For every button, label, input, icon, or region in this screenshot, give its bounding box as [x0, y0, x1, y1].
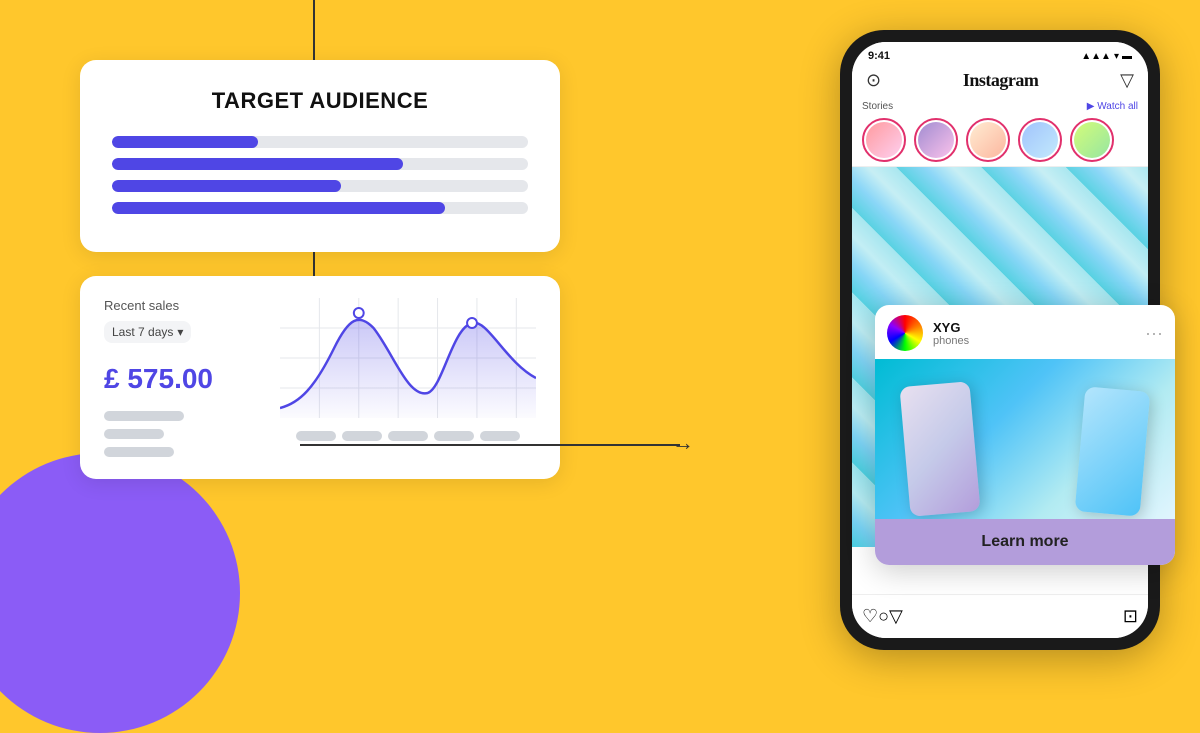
- story-avatar-5[interactable]: [1070, 118, 1114, 162]
- stories-label: Stories: [862, 101, 893, 112]
- chart-pill-1: [296, 431, 336, 441]
- chart-pill-4: [434, 431, 474, 441]
- wifi-icon: ▾: [1114, 51, 1119, 62]
- bar-row-1: [112, 136, 528, 148]
- ad-brand-name: XYG: [933, 320, 969, 335]
- learn-more-button[interactable]: Learn more: [875, 519, 1175, 565]
- bar-fill-4: [112, 202, 445, 214]
- status-time: 9:41: [868, 50, 890, 62]
- chart-dot-1: [354, 308, 364, 318]
- ad-product-image: [875, 359, 1175, 519]
- stories-section: Stories ▶ Watch all: [852, 97, 1148, 167]
- arrow-icon: →: [672, 432, 694, 454]
- instagram-bottom-nav: ♡ ○ ▽ ⊡: [852, 594, 1148, 638]
- comment-icon[interactable]: ○: [878, 606, 889, 627]
- chart-pill-5: [480, 431, 520, 441]
- signal-icon: ▲▲▲: [1081, 51, 1111, 62]
- bar-container-4: [112, 202, 528, 214]
- battery-icon: ▬: [1122, 51, 1132, 62]
- send-icon[interactable]: ▽: [1120, 70, 1134, 91]
- heart-icon[interactable]: ♡: [862, 606, 878, 627]
- bar-container-1: [112, 136, 528, 148]
- sales-label: Recent sales: [104, 298, 264, 313]
- sales-left-panel: Recent sales Last 7 days ▾ £ 575.00: [104, 298, 264, 457]
- sales-period-text: Last 7 days: [112, 325, 173, 339]
- sales-pill-1: [104, 411, 184, 421]
- decorative-circle: [0, 453, 240, 733]
- sales-chart: [280, 298, 536, 457]
- story-avatar-4[interactable]: [1018, 118, 1062, 162]
- left-panels: TARGET AUDIENCE Recent sales: [80, 60, 560, 479]
- story-avatar-3[interactable]: [966, 118, 1010, 162]
- sales-pill-3: [104, 447, 174, 457]
- bar-fill-1: [112, 136, 258, 148]
- stories-header: Stories ▶ Watch all: [862, 101, 1138, 112]
- chevron-down-icon: ▾: [177, 325, 183, 339]
- stories-row: [862, 118, 1138, 162]
- instagram-logo: Instagram: [963, 70, 1039, 91]
- target-audience-title: TARGET AUDIENCE: [112, 88, 528, 114]
- instagram-header: ⊙ Instagram ▽: [852, 66, 1148, 97]
- chart-bottom-pills: [280, 431, 536, 441]
- ad-more-icon[interactable]: ···: [1145, 323, 1163, 344]
- chart-pill-2: [342, 431, 382, 441]
- bar-row-4: [112, 202, 528, 214]
- status-icons: ▲▲▲ ▾ ▬: [1081, 51, 1132, 62]
- sales-period-selector[interactable]: Last 7 days ▾: [104, 321, 191, 343]
- bar-container-2: [112, 158, 528, 170]
- phone-product-1: [899, 381, 980, 517]
- sales-card: Recent sales Last 7 days ▾ £ 575.00: [80, 276, 560, 479]
- bookmark-icon[interactable]: ⊡: [1123, 606, 1138, 627]
- ad-brand-avatar: [887, 315, 923, 351]
- phone-product-2: [1075, 386, 1151, 516]
- target-audience-card: TARGET AUDIENCE: [80, 60, 560, 252]
- bar-fill-3: [112, 180, 341, 192]
- bar-container-3: [112, 180, 528, 192]
- ad-brand-info: XYG phones: [933, 320, 969, 347]
- status-bar: 9:41 ▲▲▲ ▾ ▬: [852, 42, 1148, 66]
- chart-pill-3: [388, 431, 428, 441]
- watch-all-link[interactable]: ▶ Watch all: [1087, 101, 1138, 112]
- ad-brand-subtitle: phones: [933, 335, 969, 347]
- chart-svg: [280, 298, 536, 418]
- sales-pill-2: [104, 429, 164, 439]
- chart-dot-2: [467, 318, 477, 328]
- sales-pill-rows: [104, 411, 264, 457]
- story-avatar-1[interactable]: [862, 118, 906, 162]
- share-icon[interactable]: ▽: [889, 606, 903, 627]
- sales-amount: £ 575.00: [104, 363, 264, 395]
- bar-row-3: [112, 180, 528, 192]
- camera-icon[interactable]: ⊙: [866, 70, 881, 91]
- bar-fill-2: [112, 158, 403, 170]
- connector-line-horizontal: [300, 444, 680, 446]
- ad-card: XYG phones ··· Learn more: [875, 305, 1175, 565]
- story-avatar-2[interactable]: [914, 118, 958, 162]
- bar-row-2: [112, 158, 528, 170]
- ad-card-header: XYG phones ···: [875, 305, 1175, 359]
